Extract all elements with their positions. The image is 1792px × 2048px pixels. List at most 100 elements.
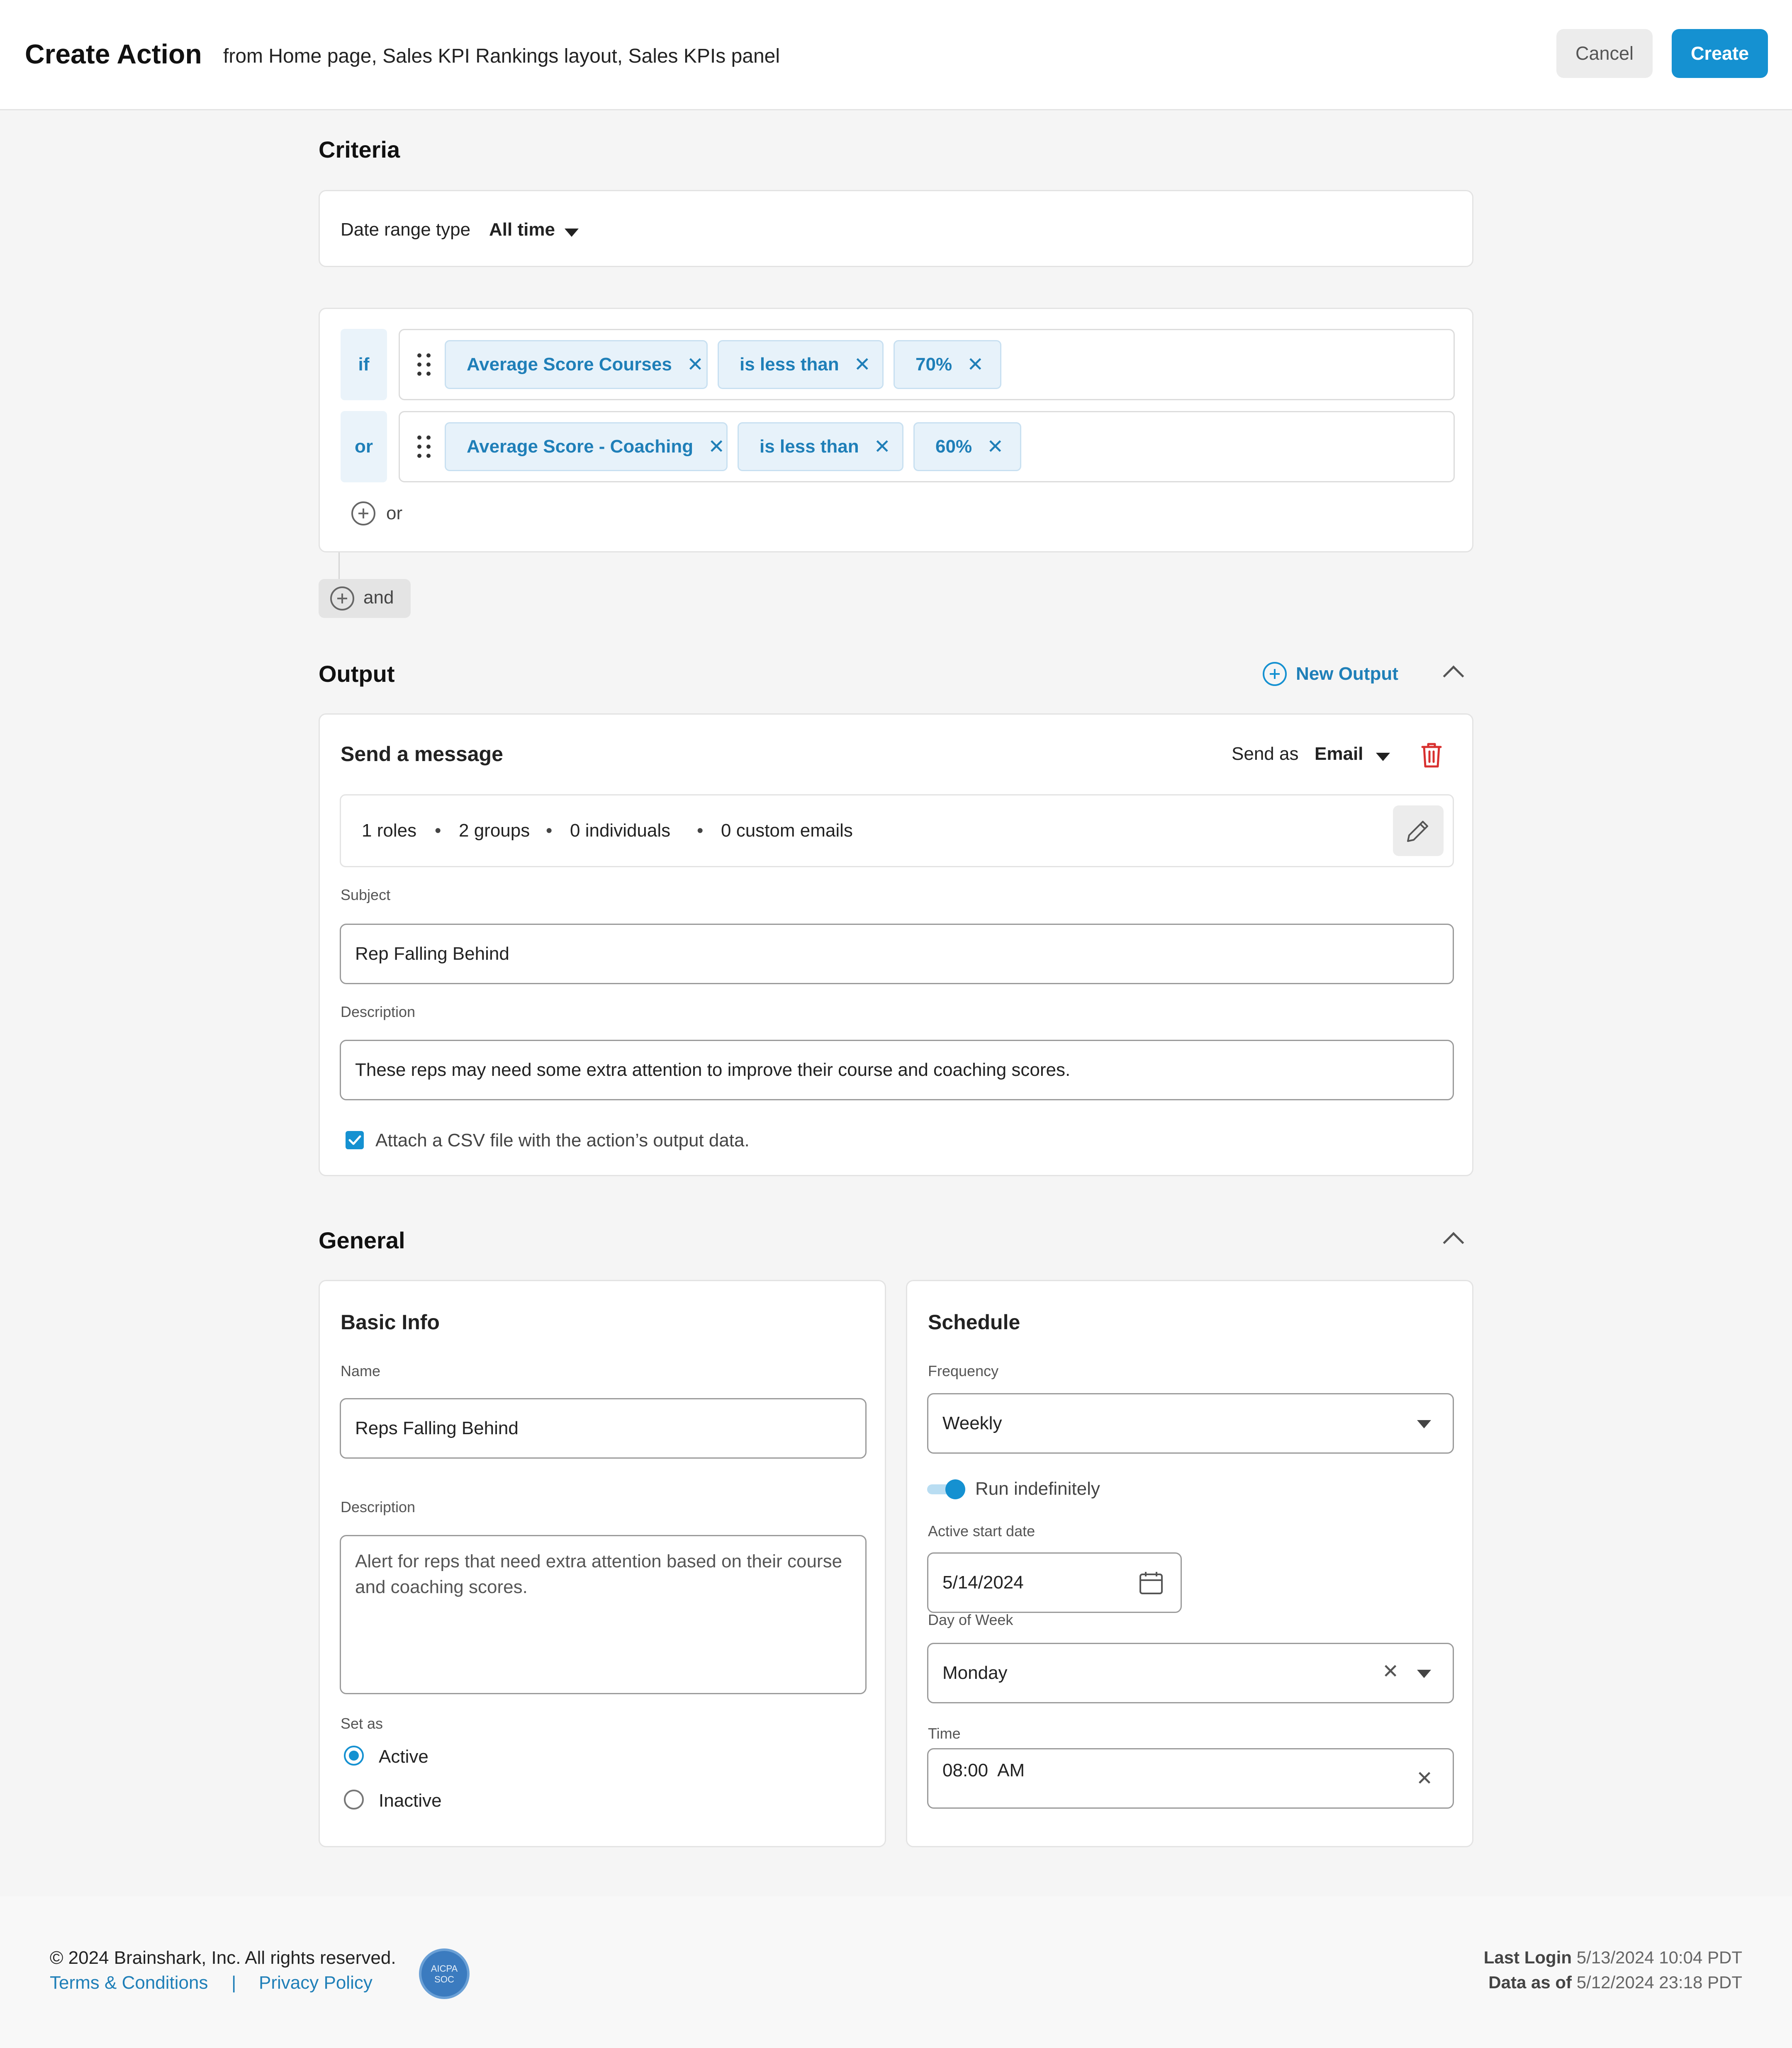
run-indefinitely-toggle[interactable] [927,1477,973,1502]
date-range-dropdown[interactable]: All time [489,214,593,248]
basic-description-textarea[interactable]: Alert for reps that need extra attention… [340,1535,867,1694]
send-as-value: Email [1315,744,1363,764]
privacy-link[interactable]: Privacy Policy [259,1973,373,1993]
last-login-value: 5/13/2024 10:04 PDT [1576,1948,1742,1967]
checkmark-icon [348,1135,361,1145]
plus-circle-icon [330,586,354,611]
output-description-input[interactable]: These reps may need some extra attention… [340,1040,1454,1100]
condition-chip-value[interactable]: 60% ✕ [913,422,1021,471]
radio-unselected-icon [344,1790,364,1810]
close-icon[interactable]: ✕ [854,353,871,376]
caret-down-icon [1417,1420,1431,1428]
clear-icon[interactable]: ✕ [1416,1767,1433,1790]
date-range-value: All time [489,219,555,240]
close-icon[interactable]: ✕ [874,435,891,458]
trash-icon[interactable] [1419,742,1444,769]
add-or-label: or [386,503,403,523]
add-and-button[interactable]: and [319,579,411,618]
radio-inactive[interactable]: Inactive [344,1786,468,1815]
new-output-button[interactable]: New Output [1263,659,1404,688]
subject-label: Subject [341,886,391,903]
terms-link[interactable]: Terms & Conditions [50,1973,208,1993]
schedule-title: Schedule [928,1311,1020,1334]
attach-csv-checkbox[interactable] [346,1131,364,1149]
footer-divider: | [231,1973,236,1993]
start-date-label: Active start date [928,1523,1035,1540]
time-label: Time [928,1725,961,1742]
recipients-roles: 1 roles [362,820,417,841]
subject-input[interactable]: Rep Falling Behind [340,924,1454,984]
radio-selected-icon [344,1746,364,1766]
recipients-groups: 2 groups [459,820,530,841]
general-title: General [319,1227,405,1253]
radio-active[interactable]: Active [344,1742,468,1771]
close-icon[interactable]: ✕ [967,353,984,376]
condition-chip-field[interactable]: Average Score - Coaching ✕ [445,422,728,471]
frequency-select[interactable]: Weekly [927,1393,1454,1454]
top-bar: Create Action from Home page, Sales KPI … [0,0,1792,110]
chevron-up-icon[interactable] [1443,665,1464,687]
close-icon[interactable]: ✕ [687,353,704,376]
drag-handle-icon[interactable] [417,353,431,376]
drag-handle-icon[interactable] [417,435,431,458]
day-of-week-label: Day of Week [928,1611,1013,1628]
add-or-button[interactable]: or [351,500,418,529]
send-as-dropdown[interactable]: Email [1315,739,1393,772]
start-date-value: 5/14/2024 [942,1572,1024,1593]
chip-label: is less than [740,354,839,375]
separator-dot: • [546,820,553,841]
recipients-box: 1 roles • 2 groups • 0 individuals • 0 c… [340,794,1454,867]
page-subtitle: from Home page, Sales KPI Rankings layou… [223,45,780,67]
basic-info-title: Basic Info [341,1311,440,1334]
clear-icon[interactable]: ✕ [1382,1660,1399,1683]
frequency-value: Weekly [942,1413,1002,1433]
start-date-input[interactable]: 5/14/2024 [927,1552,1182,1613]
close-icon[interactable]: ✕ [987,435,1003,458]
chip-label: 60% [935,436,972,457]
chip-label: is less than [760,436,859,457]
condition-row: Average Score - Coaching ✕ is less than … [399,411,1455,482]
run-indefinitely-label: Run indefinitely [975,1479,1100,1499]
name-input[interactable]: Reps Falling Behind [340,1398,867,1459]
set-as-label: Set as [341,1715,383,1732]
chip-label: 70% [915,354,952,375]
plus-circle-icon [351,501,375,525]
last-login-line: Last Login 5/13/2024 10:04 PDT [1484,1948,1742,1968]
copyright: © 2024 Brainshark, Inc. All rights reser… [50,1948,396,1968]
condition-chip-value[interactable]: 70% ✕ [894,340,1001,389]
condition-chip-operator[interactable]: is less than ✕ [718,340,884,389]
output-card: Send a message Send as Email 1 roles • 2… [319,713,1473,1176]
data-as-of-label: Data as of [1488,1973,1572,1992]
output-description-label: Description [341,1003,416,1020]
edit-recipients-button[interactable] [1393,805,1444,856]
recipients-individuals: 0 individuals [570,820,671,841]
condition-row: Average Score Courses ✕ is less than ✕ 7… [399,329,1455,400]
radio-inactive-label: Inactive [379,1790,442,1811]
day-of-week-value: Monday [942,1663,1008,1683]
caret-down-icon [1376,753,1390,761]
badge-text-aicpa: AICPA [431,1963,458,1974]
chip-label: Average Score Courses [467,354,672,375]
condition-connector-or: or [341,411,387,482]
caret-down-icon [565,229,579,237]
time-input[interactable]: 08:00 AM ✕ [927,1748,1454,1809]
name-label: Name [341,1362,381,1379]
cancel-button[interactable]: Cancel [1556,29,1653,78]
day-of-week-select[interactable]: Monday ✕ [927,1643,1454,1703]
conditions-card: if Average Score Courses ✕ is less than … [319,308,1473,552]
send-as-label: Send as [1232,744,1299,764]
output-title: Output [319,661,395,687]
calendar-icon[interactable] [1138,1570,1164,1596]
create-button[interactable]: Create [1672,29,1768,78]
last-login-label: Last Login [1483,1948,1572,1967]
time-value: 08:00 AM [942,1760,1025,1780]
caret-down-icon [1417,1670,1431,1678]
condition-chip-field[interactable]: Average Score Courses ✕ [445,340,708,389]
date-range-card: Date range type All time [319,190,1473,267]
date-range-label: Date range type [341,219,471,240]
chevron-up-icon[interactable] [1443,1232,1464,1253]
condition-chip-operator[interactable]: is less than ✕ [738,422,903,471]
plus-circle-icon [1263,662,1287,686]
condition-connector-if: if [341,329,387,400]
close-icon[interactable]: ✕ [708,435,725,458]
